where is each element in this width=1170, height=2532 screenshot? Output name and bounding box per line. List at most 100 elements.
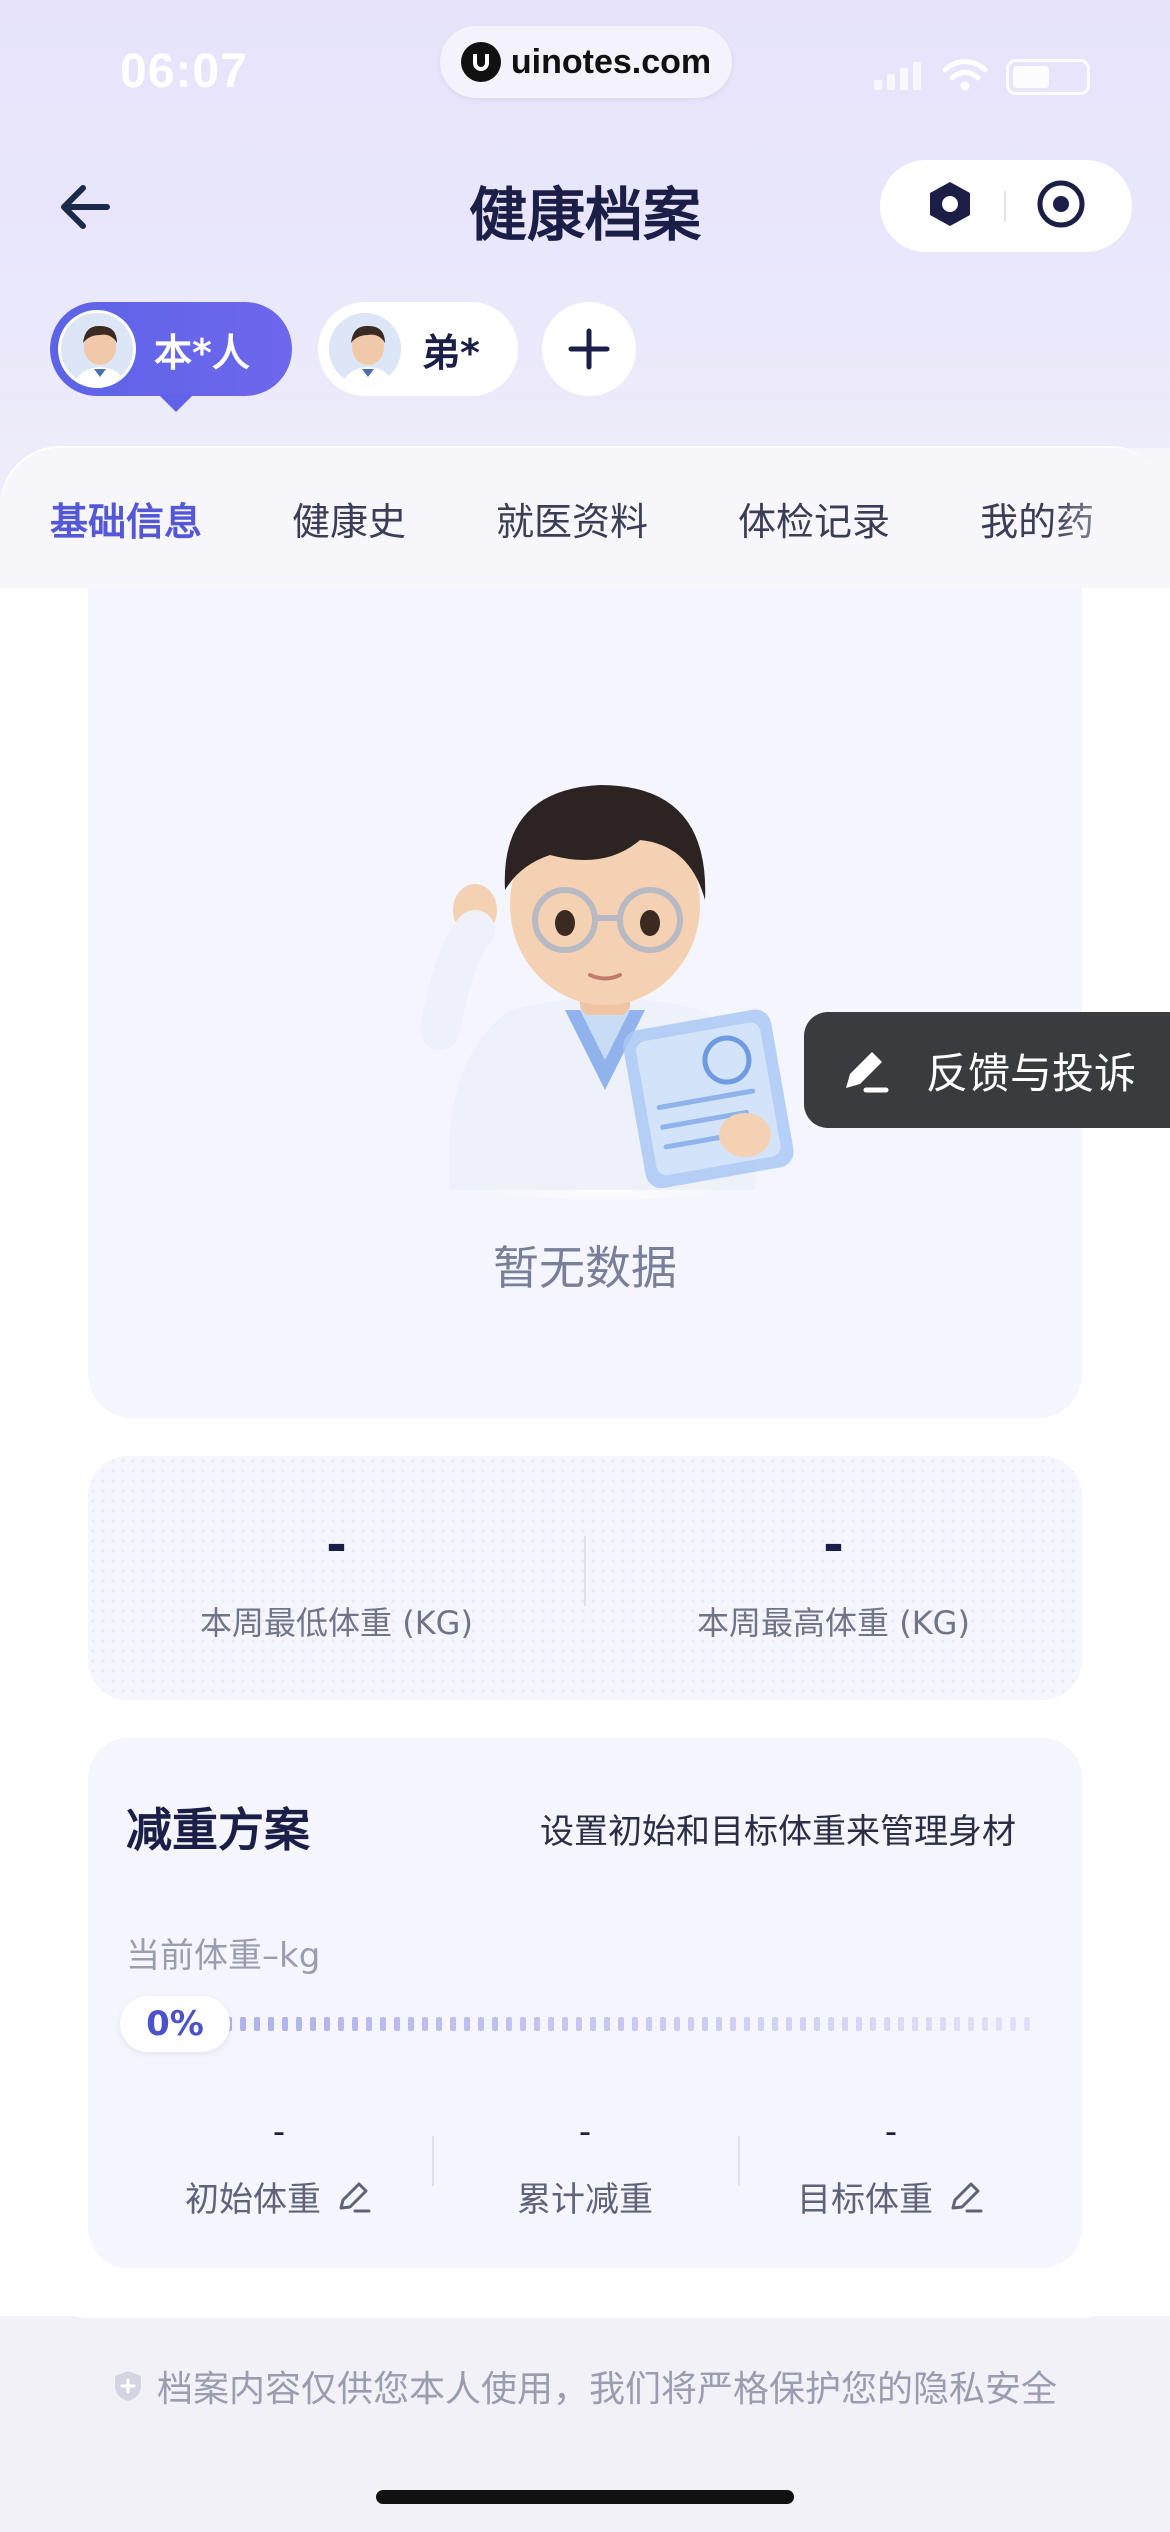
miniprogram-capsule [880,160,1132,252]
progress-dash [464,2017,470,2031]
edit-icon[interactable] [335,2178,373,2216]
feedback-button[interactable]: 反馈与投诉 [804,1012,1170,1128]
status-icons [872,58,1090,96]
progress-dash [240,2017,246,2031]
progress-dash [310,2017,316,2031]
weekly-max-value: - [823,1516,844,1574]
plus-icon [568,328,610,370]
progress-dash [814,2017,820,2031]
close-miniprogram-button[interactable] [1035,178,1087,234]
feedback-label: 反馈与投诉 [926,1048,1137,1098]
progress-dash [380,2017,386,2031]
more-button[interactable] [925,179,975,233]
weekly-min-label: 本周最低体重 (KG) [200,1604,473,1642]
member-chip-self[interactable]: 本*人 [50,302,292,412]
progress-dash [562,2017,568,2031]
progress-dash [772,2017,778,2031]
empty-state-text: 暂无数据 [493,1241,677,1295]
progress-dash [450,2017,456,2031]
progress-dash [744,2017,750,2031]
progress-dash [646,2017,652,2031]
progress-dash [800,2017,806,2031]
capsule-divider [1003,191,1006,221]
member-chip-brother[interactable]: 弟* [318,302,518,396]
initial-weight-label: 初始体重 [185,2172,373,2221]
progress-dash [282,2017,288,2031]
progress-dash [632,2017,638,2031]
progress-dash [254,2017,260,2031]
progress-dash [618,2017,624,2031]
avatar [58,310,136,388]
member-chip-label: 本*人 [154,330,250,375]
status-time: 06:07 [120,45,248,98]
progress-dash [534,2017,540,2031]
progress-dash [912,2017,918,2031]
weekly-max-label: 本周最高体重 (KG) [697,1604,970,1642]
total-loss-value: - [578,2112,592,2152]
shield-icon [114,2371,141,2401]
tab-health-history[interactable]: 健康史 [292,491,406,546]
progress-dash [688,2017,694,2031]
progress-percent: 0% [120,1996,230,2052]
progress-dash [422,2017,428,2031]
privacy-note: 档案内容仅供您本人使用，我们将严格保护您的隐私安全 [0,2360,1170,2412]
progress-dash [828,2017,834,2031]
progress-dash [898,2017,904,2031]
target-weight-label: 目标体重 [797,2172,985,2221]
progress-dash [408,2017,414,2031]
progress-dash [492,2017,498,2031]
progress-dash [758,2017,764,2031]
progress-dash [506,2017,512,2031]
doctor-illustration [400,760,810,1200]
url-pill: uinotes.com [440,26,732,98]
progress-dash [604,2017,610,2031]
edit-icon[interactable] [947,2178,985,2216]
target-weight-value: - [884,2112,898,2152]
progress-dash [296,2017,302,2031]
signal-icon [872,60,924,94]
weekly-min-value: - [326,1516,347,1574]
progress-dash [968,2017,974,2031]
tab-checkup-records[interactable]: 体检记录 [738,491,890,546]
weekly-max-weight: - 本周最高体重 (KG) [585,1516,1082,1644]
progress-track [226,2016,1046,2032]
progress-dash [352,2017,358,2031]
progress-dash [548,2017,554,2031]
progress-dash [660,2017,666,2031]
progress-dash [324,2017,330,2031]
progress-dash [576,2017,582,2031]
privacy-note-text: 档案内容仅供您本人使用，我们将严格保护您的隐私安全 [156,2369,1057,2410]
progress-dash [954,2017,960,2031]
plan-title: 减重方案 [126,1803,310,1857]
add-member-button[interactable] [542,302,636,396]
progress-dash [520,2017,526,2031]
progress-dash [436,2017,442,2031]
progress-dash [940,2017,946,2031]
avatar [326,310,404,388]
tab-basic-info[interactable]: 基础信息 [50,491,202,546]
progress-dash [982,2017,988,2031]
plan-subtitle[interactable]: 设置初始和目标体重来管理身材 [540,1804,1016,1853]
progress-dash [856,2017,862,2031]
current-weight-label: 当前体重–kg [126,1936,321,1976]
initial-weight-value: - [272,2112,286,2152]
tab-fade [1050,448,1170,588]
progress-dash [268,2017,274,2031]
target-weight-text: 目标体重 [797,2180,933,2220]
url-text: uinotes.com [510,42,712,81]
target-weight[interactable]: - 目标体重 [738,2112,1044,2221]
progress-dash [730,2017,736,2031]
tab-bar: 基础信息 健康史 就医资料 体检记录 我的药 [0,448,1170,588]
progress-dash [926,2017,932,2031]
progress-dash [870,2017,876,2031]
tab-medical-records[interactable]: 就医资料 [496,491,648,546]
progress-dash [702,2017,708,2031]
initial-weight[interactable]: - 初始体重 [126,2112,432,2221]
home-indicator [376,2490,794,2504]
hexagon-dots-icon [929,182,970,226]
progress-dash [884,2017,890,2031]
progress-dash [716,2017,722,2031]
progress-dash [590,2017,596,2031]
wifi-icon [942,58,988,96]
battery-icon [1006,59,1090,95]
